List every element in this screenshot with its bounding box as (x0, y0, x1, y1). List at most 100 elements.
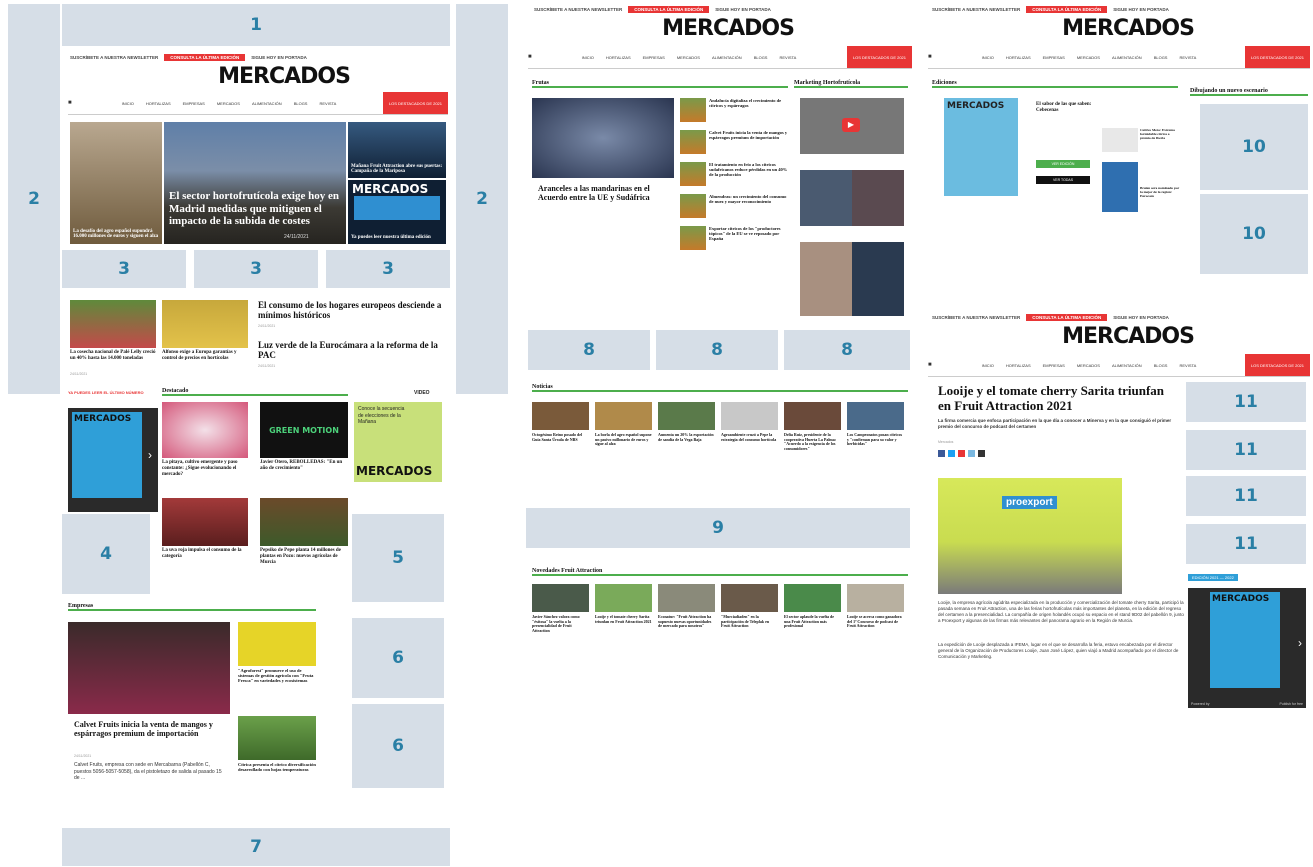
empresa-side-title-2[interactable]: Cítrica presenta el cítrico diversificac… (238, 762, 316, 772)
marketing-video-3[interactable] (800, 242, 904, 316)
side-cover-1[interactable] (1102, 128, 1138, 152)
newsletter-link[interactable]: SUSCRÍBETE A NUESTRA NEWSLETTER (932, 315, 1020, 320)
hero-right-bottom-image[interactable]: MERCADOS Ya puedes leer nuestra última e… (348, 180, 446, 244)
menu-icon[interactable]: ■ (528, 54, 532, 60)
nav-item[interactable]: EMPRESAS (1043, 363, 1065, 368)
nav-item[interactable]: ALIMENTACIÓN (712, 55, 742, 60)
kiosk-link[interactable]: SIGUE HOY EN PORTADA (715, 7, 771, 12)
hero-left-image[interactable]: La desafío del agro español supondrá 16.… (70, 122, 162, 244)
kiosk-link[interactable]: SIGUE HOY EN PORTADA (251, 55, 307, 60)
destacado-image-1[interactable] (162, 402, 248, 458)
novedades_items-card[interactable]: Looije se acerca como ganadora del 1º Co… (847, 584, 904, 633)
noticias_items-card[interactable]: Delia Ruiz, presidente de la cooperativa… (784, 402, 841, 451)
frutas-list-item[interactable]: Exportar cítricos de los "productores tó… (680, 226, 788, 252)
nav-item[interactable]: BLOGS (1154, 363, 1168, 368)
side-item-1[interactable]: Cultivo Meta: Extrema formidable cítrica… (1140, 128, 1180, 140)
nav-item[interactable]: REVISTA (319, 101, 336, 106)
nav-item[interactable]: INICIO (122, 101, 134, 106)
hero-main-image[interactable]: El sector hortofrutícola exige hoy en Ma… (164, 122, 346, 244)
novedades_items-card[interactable]: "Murciadiaden" en la participación de Te… (721, 584, 778, 633)
print-icon[interactable] (978, 450, 985, 457)
empresa-main-title[interactable]: Calvet Fruits inicia la venta de mangos … (74, 720, 226, 738)
frutas-main-title[interactable]: Aranceles a las mandarinas en el Acuerdo… (538, 184, 670, 202)
nav-item[interactable]: INICIO (982, 363, 994, 368)
empresa-side-image-2[interactable] (238, 716, 316, 760)
frutas-list-item[interactable]: Andalucía digitaliza el crecimiento de c… (680, 98, 788, 124)
chevron-right-icon[interactable]: › (148, 448, 152, 462)
destacado-image-4[interactable] (260, 498, 348, 546)
nav-item[interactable]: BLOGS (754, 55, 768, 60)
destacado-image-3[interactable] (162, 498, 248, 546)
novedades_items-card[interactable]: Econatur: "Fruit Attraction ha supuesto … (658, 584, 715, 633)
noticias_items-card[interactable]: Octogésimo Reino posado del Guía Santa Ú… (532, 402, 589, 451)
noticias_items-card[interactable]: Los Campeonatos posan cítricos y "confir… (847, 402, 904, 451)
nav-item[interactable]: ALIMENTACIÓN (252, 101, 282, 106)
video-card[interactable]: Conoce la secuencia de elecciones de la … (354, 402, 442, 482)
destacado-title-4[interactable]: Pepsiko de Pepe planta 14 millones de pl… (260, 548, 348, 565)
novedades_items-card[interactable]: Looije y el tomate cherry Sarita triunfa… (595, 584, 652, 633)
magazine-ad[interactable]: MERCADOS › Powered by Publish for free (1188, 588, 1306, 708)
news-image-2[interactable] (162, 300, 248, 348)
nav-item[interactable]: REVISTA (1179, 363, 1196, 368)
news-title-2[interactable]: Alfonso exige a Europa garantías y contr… (162, 350, 248, 362)
nav-item[interactable]: EMPRESAS (643, 55, 665, 60)
side-cover-2[interactable] (1102, 162, 1138, 212)
nav-item[interactable]: REVISTA (1179, 55, 1196, 60)
nav-item[interactable]: BLOGS (1154, 55, 1168, 60)
noticias_items-card[interactable]: Agroambiente cruzó a Pepe la estrategia … (721, 402, 778, 451)
mail-icon[interactable] (968, 450, 975, 457)
edition-link[interactable]: CONSULTA LA ÚLTIMA EDICIÓN (628, 5, 710, 13)
destacado-title-3[interactable]: La uva roja impulsa el consumo de la cat… (162, 548, 248, 560)
nav-item[interactable]: HORTALIZAS (1006, 363, 1031, 368)
destacado-title-1[interactable]: La pitaya, cultivo emergente y paso cons… (162, 460, 248, 477)
empresa-side-image-1[interactable] (238, 622, 316, 666)
newsletter-link[interactable]: SUSCRÍBETE A NUESTRA NEWSLETTER (932, 7, 1020, 12)
site-logo[interactable]: MERCADOS (1058, 324, 1198, 349)
newsletter-link[interactable]: SUSCRÍBETE A NUESTRA NEWSLETTER (70, 55, 158, 60)
frutas-list-item[interactable]: Almendras: un crecimiento del consumo de… (680, 194, 788, 220)
nav-item[interactable]: HORTALIZAS (1006, 55, 1031, 60)
menu-icon[interactable]: ■ (68, 100, 72, 106)
nav-item[interactable]: ALIMENTACIÓN (1112, 363, 1142, 368)
pinterest-icon[interactable] (958, 450, 965, 457)
frutas-main-image[interactable] (532, 98, 674, 178)
nav-item[interactable]: INICIO (582, 55, 594, 60)
play-icon[interactable]: ▶ (842, 118, 860, 132)
nav-item[interactable]: MERCADOS (1077, 363, 1100, 368)
view-all-button[interactable]: VER TODAS (1036, 176, 1090, 184)
nav-item[interactable]: EMPRESAS (183, 101, 205, 106)
nav-item[interactable]: EMPRESAS (1043, 55, 1065, 60)
empresa-main-image[interactable] (68, 622, 230, 714)
highlights-button[interactable]: LOS DESTACADOS DE 2021 (1244, 354, 1310, 376)
chevron-right-icon[interactable]: › (1298, 636, 1302, 650)
nav-item[interactable]: REVISTA (779, 55, 796, 60)
noticias_items-card[interactable]: Aumenta un 20% la exportación de sandía … (658, 402, 715, 451)
marketing-video-2[interactable] (800, 170, 904, 226)
nav-item[interactable]: ALIMENTACIÓN (1112, 55, 1142, 60)
nav-item[interactable]: BLOGS (294, 101, 308, 106)
news-title-4[interactable]: Luz verde de la Eurocámara a la reforma … (258, 340, 446, 361)
magazine-widget[interactable]: MERCADOS › (68, 408, 158, 512)
nav-item[interactable]: HORTALIZAS (146, 101, 171, 106)
nav-item[interactable]: INICIO (982, 55, 994, 60)
news-image-1[interactable] (70, 300, 156, 348)
edition-link[interactable]: CONSULTA LA ÚLTIMA EDICIÓN (1026, 313, 1108, 321)
nav-item[interactable]: HORTALIZAS (606, 55, 631, 60)
kiosk-link[interactable]: SIGUE HOY EN PORTADA (1113, 7, 1169, 12)
site-logo[interactable]: MERCADOS (1058, 16, 1198, 41)
green-motion-image[interactable]: GREEN MOTION (260, 402, 348, 458)
highlights-button[interactable]: LOS DESTACADOS DE 2021 (1244, 46, 1310, 68)
menu-icon[interactable]: ■ (928, 362, 932, 368)
noticias_items-card[interactable]: La borla del agro español supone un pasi… (595, 402, 652, 451)
highlights-button[interactable]: LOS DESTACADOS DE 2021 (846, 46, 912, 68)
nav-item[interactable]: MERCADOS (1077, 55, 1100, 60)
news-title-1[interactable]: La cosecha nacional de Palé Lelly creció… (70, 350, 156, 362)
edition-cover[interactable]: MERCADOS (944, 98, 1018, 196)
hero-right-top-image[interactable]: Mañana Fruit Attraction abre sus puertas… (348, 122, 446, 178)
newsletter-link[interactable]: SUSCRÍBETE A NUESTRA NEWSLETTER (534, 7, 622, 12)
site-logo[interactable]: MERCADOS (658, 16, 798, 41)
destacado-title-2[interactable]: Javier Otero, REBOLLEDAS: "En un año de … (260, 460, 348, 472)
frutas-list-item[interactable]: Calvet Fruits inicia la venta de mangos … (680, 130, 788, 156)
facebook-icon[interactable] (938, 450, 945, 457)
kiosk-link[interactable]: SIGUE HOY EN PORTADA (1113, 315, 1169, 320)
